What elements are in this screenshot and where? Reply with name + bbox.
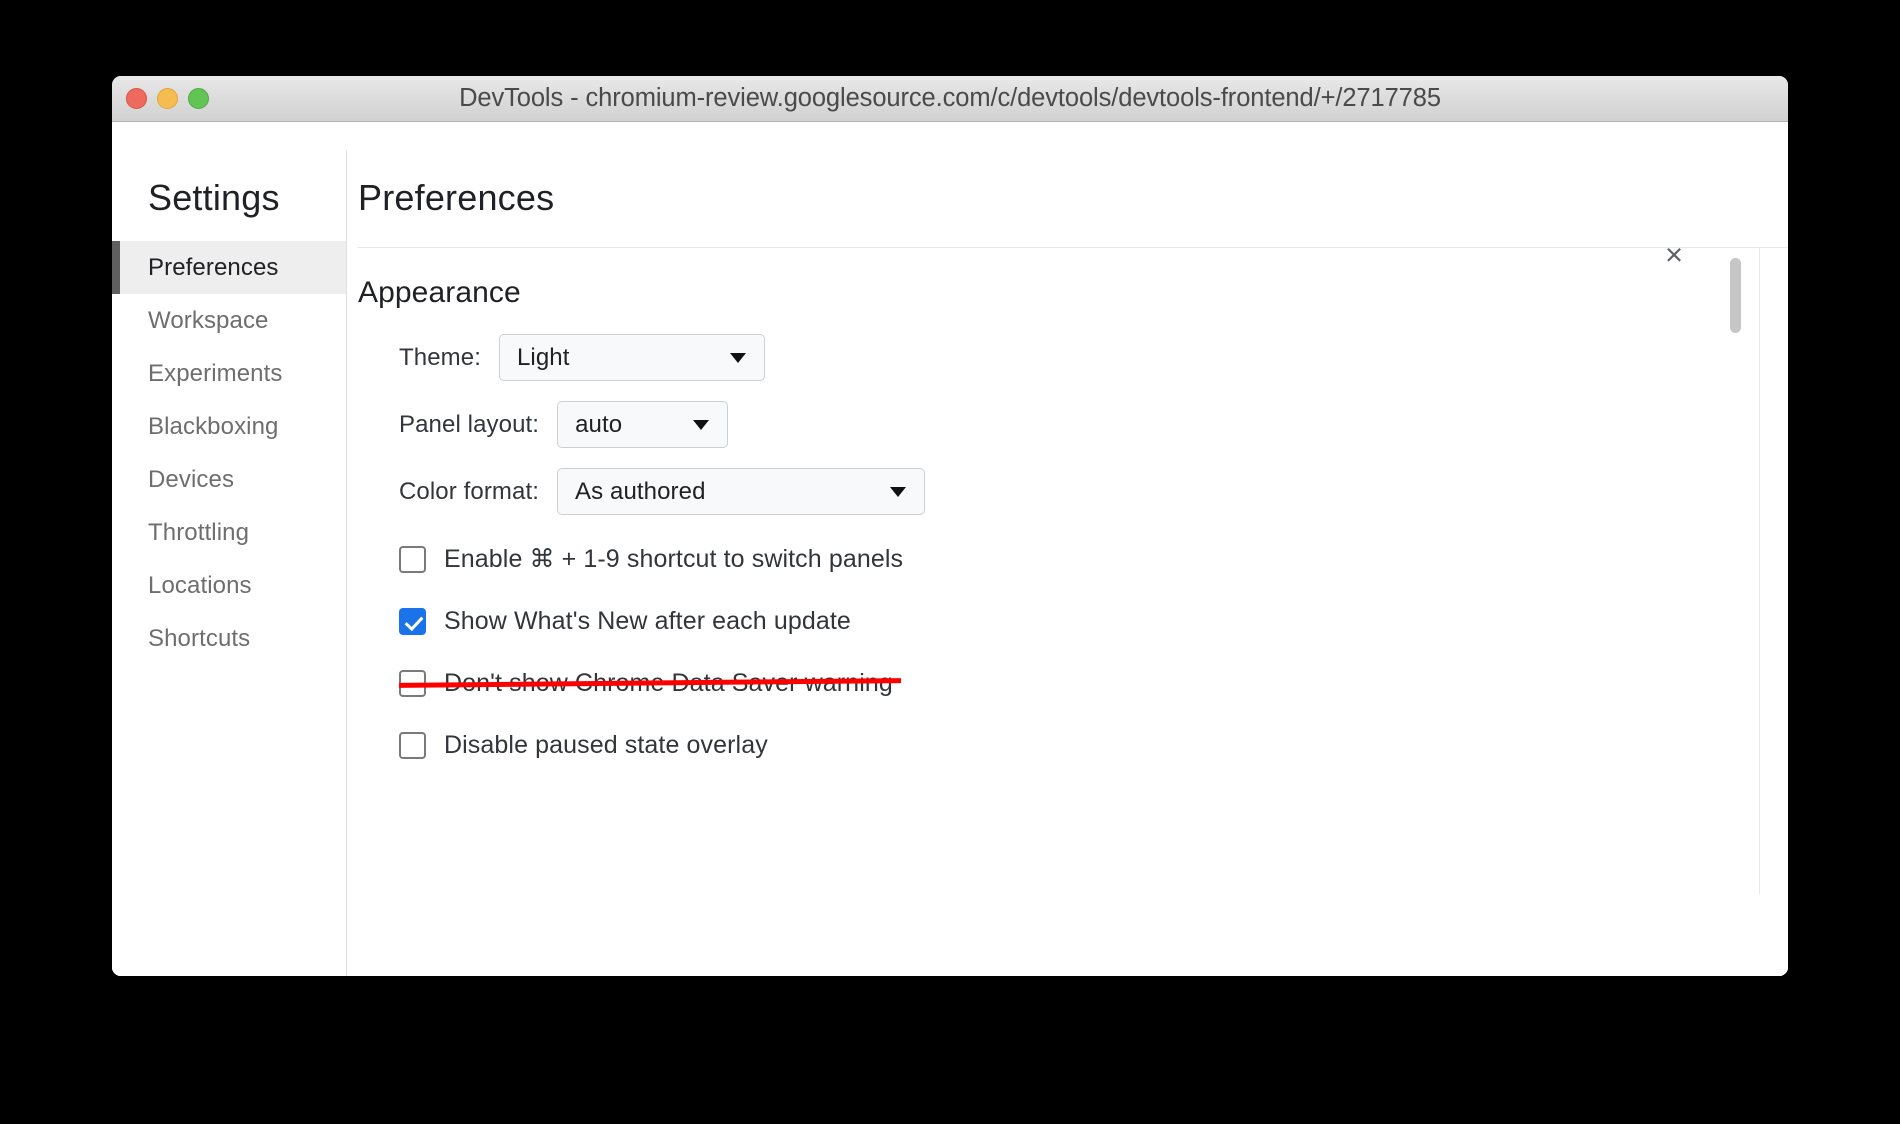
scrollbar-thumb[interactable] — [1730, 258, 1741, 333]
section-title-appearance: Appearance — [358, 276, 521, 309]
checkbox-row-data-saver-warning[interactable]: Don't show Chrome Data Saver warning — [358, 659, 1788, 707]
chevron-down-icon — [729, 352, 746, 363]
settings-heading: Settings — [148, 177, 280, 218]
checkbox-row-enable-shortcut[interactable]: Enable ⌘ + 1-9 shortcut to switch panels — [358, 535, 1788, 583]
data-saver-warning-label: Don't show Chrome Data Saver warning — [444, 668, 893, 697]
minimize-window-icon[interactable] — [157, 88, 178, 109]
field-row-theme: Theme: Light — [358, 334, 1788, 381]
settings-main-panel: × Preferences Appearance Theme: Light Pa… — [347, 150, 1788, 976]
sidebar-item-label: Experiments — [148, 359, 283, 387]
chevron-down-icon — [890, 486, 907, 497]
sidebar-item-label: Blackboxing — [148, 412, 279, 440]
sidebar-item-workspace[interactable]: Workspace — [112, 294, 346, 347]
show-whats-new-checkbox[interactable] — [399, 607, 426, 635]
checkbox-row-disable-paused-overlay[interactable]: Disable paused state overlay — [358, 721, 1788, 769]
settings-dialog: Settings Preferences Workspace Experimen… — [112, 150, 1788, 976]
panel-layout-label: Panel layout: — [399, 410, 540, 438]
settings-sidebar: Settings Preferences Workspace Experimen… — [112, 150, 347, 976]
screen-background: DevTools - chromium-review.googlesource.… — [0, 0, 1900, 1124]
color-format-select[interactable]: As authored — [557, 468, 926, 515]
sidebar-item-throttling[interactable]: Throttling — [112, 506, 346, 559]
color-format-select-value: As authored — [575, 477, 706, 505]
sidebar-item-blackboxing[interactable]: Blackboxing — [112, 400, 346, 453]
theme-select-value: Light — [516, 343, 570, 371]
sidebar-item-experiments[interactable]: Experiments — [112, 347, 346, 400]
enable-shortcut-label: Enable ⌘ + 1-9 shortcut to switch panels — [444, 545, 904, 573]
window-body: Settings Preferences Workspace Experimen… — [112, 122, 1788, 976]
panel-layout-select[interactable]: auto — [557, 401, 729, 448]
sidebar-item-label: Throttling — [148, 518, 250, 546]
sidebar-item-label: Preferences — [148, 253, 279, 281]
sidebar-item-devices[interactable]: Devices — [112, 453, 346, 506]
panel-layout-select-value: auto — [575, 410, 623, 438]
preferences-content: Appearance Theme: Light Panel layout: au… — [358, 247, 1788, 894]
sidebar-item-locations[interactable]: Locations — [112, 559, 346, 612]
sidebar-item-shortcuts[interactable]: Shortcuts — [112, 612, 346, 665]
page-title: Preferences — [358, 177, 555, 218]
field-row-color-format: Color format: As authored — [358, 468, 1788, 515]
os-window: DevTools - chromium-review.googlesource.… — [112, 76, 1788, 976]
theme-select[interactable]: Light — [498, 334, 765, 381]
sidebar-item-label: Devices — [148, 465, 235, 493]
sidebar-item-label: Workspace — [148, 306, 269, 334]
color-format-label: Color format: — [399, 477, 540, 505]
maximize-window-icon[interactable] — [188, 88, 209, 109]
data-saver-warning-checkbox[interactable] — [399, 669, 426, 697]
checkbox-row-show-whats-new[interactable]: Show What's New after each update — [358, 597, 1788, 645]
enable-shortcut-checkbox[interactable] — [399, 545, 426, 573]
traffic-lights — [126, 76, 209, 121]
disable-paused-overlay-checkbox[interactable] — [399, 731, 426, 759]
sidebar-item-preferences[interactable]: Preferences — [112, 241, 346, 294]
window-title: DevTools - chromium-review.googlesource.… — [459, 84, 1441, 112]
chevron-down-icon — [693, 419, 710, 430]
disable-paused-overlay-label: Disable paused state overlay — [444, 730, 768, 759]
close-window-icon[interactable] — [126, 88, 147, 109]
show-whats-new-label: Show What's New after each update — [444, 606, 851, 635]
sidebar-item-label: Locations — [148, 571, 252, 599]
theme-label: Theme: — [399, 343, 481, 371]
window-titlebar: DevTools - chromium-review.googlesource.… — [112, 76, 1788, 122]
field-row-panel-layout: Panel layout: auto — [358, 401, 1788, 448]
sidebar-item-label: Shortcuts — [148, 624, 251, 652]
